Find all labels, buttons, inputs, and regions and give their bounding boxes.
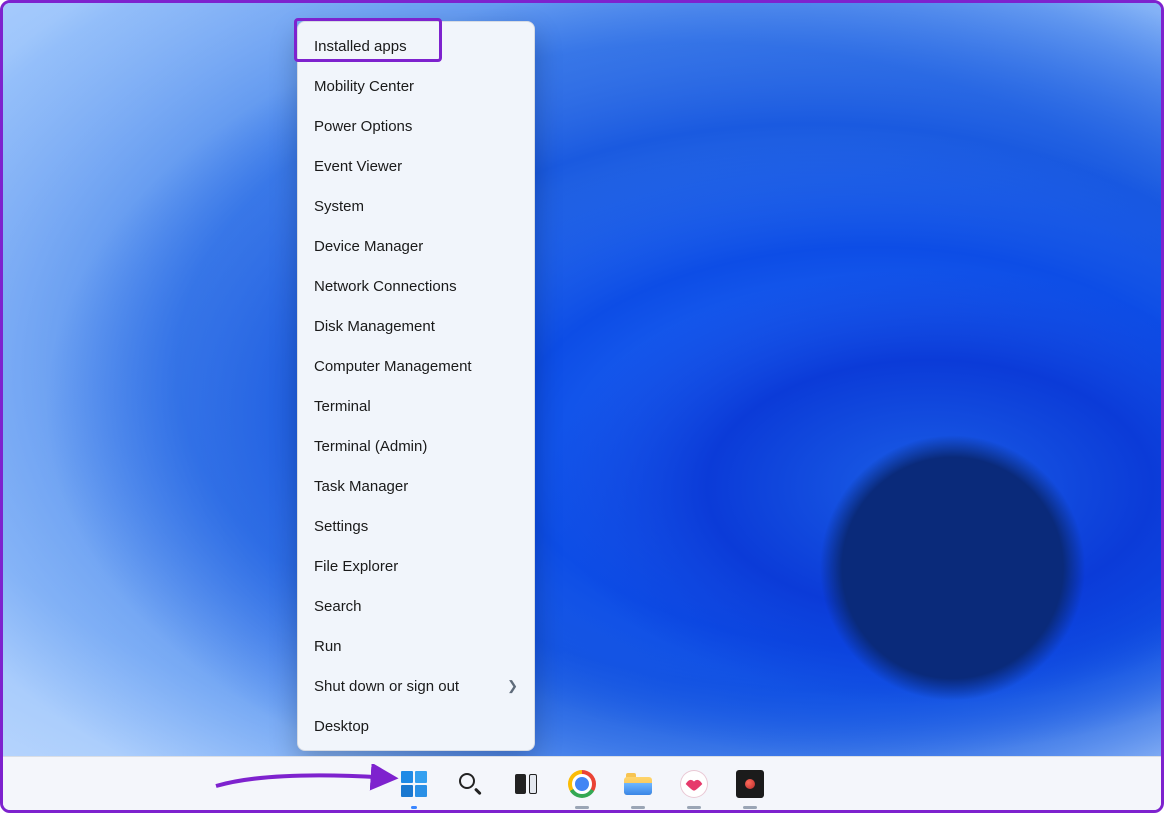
menu-item-label: Network Connections xyxy=(314,278,457,295)
menu-item-terminal-admin[interactable]: Terminal (Admin) xyxy=(302,426,530,466)
menu-item-label: Computer Management xyxy=(314,358,472,375)
menu-item-settings[interactable]: Settings xyxy=(302,506,530,546)
task-view-icon xyxy=(515,774,537,794)
menu-item-label: Terminal xyxy=(314,398,371,415)
menu-item-mobility-center[interactable]: Mobility Center xyxy=(302,66,530,106)
menu-item-shut-down[interactable]: Shut down or sign out ❯ xyxy=(302,666,530,706)
menu-item-label: Task Manager xyxy=(314,478,408,495)
menu-item-label: Power Options xyxy=(314,118,412,135)
menu-item-label: Run xyxy=(314,638,342,655)
desktop-wallpaper xyxy=(3,3,1161,810)
menu-item-label: Device Manager xyxy=(314,238,423,255)
menu-item-label: Installed apps xyxy=(314,38,407,55)
file-explorer-app[interactable] xyxy=(617,763,659,805)
menu-item-computer-management[interactable]: Computer Management xyxy=(302,346,530,386)
search-icon xyxy=(459,773,481,795)
chevron-right-icon: ❯ xyxy=(507,678,518,694)
menu-item-event-viewer[interactable]: Event Viewer xyxy=(302,146,530,186)
lips-app[interactable] xyxy=(673,763,715,805)
menu-item-task-manager[interactable]: Task Manager xyxy=(302,466,530,506)
menu-item-label: Settings xyxy=(314,518,368,535)
menu-item-power-options[interactable]: Power Options xyxy=(302,106,530,146)
menu-item-file-explorer[interactable]: File Explorer xyxy=(302,546,530,586)
dark-app[interactable] xyxy=(729,763,771,805)
menu-item-label: Event Viewer xyxy=(314,158,402,175)
chrome-app[interactable] xyxy=(561,763,603,805)
menu-item-disk-management[interactable]: Disk Management xyxy=(302,306,530,346)
menu-item-system[interactable]: System xyxy=(302,186,530,226)
menu-item-label: Desktop xyxy=(314,718,369,735)
menu-item-device-manager[interactable]: Device Manager xyxy=(302,226,530,266)
lips-icon xyxy=(680,770,708,798)
chrome-icon xyxy=(568,770,596,798)
start-icon xyxy=(401,771,427,797)
taskbar xyxy=(3,756,1161,810)
menu-item-label: Terminal (Admin) xyxy=(314,438,427,455)
menu-item-label: Disk Management xyxy=(314,318,435,335)
menu-item-search[interactable]: Search xyxy=(302,586,530,626)
dark-app-icon xyxy=(736,770,764,798)
menu-item-desktop[interactable]: Desktop xyxy=(302,706,530,746)
search-button[interactable] xyxy=(449,763,491,805)
menu-item-label: File Explorer xyxy=(314,558,398,575)
winx-context-menu: Installed apps Mobility Center Power Opt… xyxy=(297,21,535,751)
folder-icon xyxy=(624,773,652,795)
menu-item-label: System xyxy=(314,198,364,215)
menu-item-installed-apps[interactable]: Installed apps xyxy=(302,26,530,66)
menu-item-label: Shut down or sign out xyxy=(314,678,459,695)
menu-item-label: Search xyxy=(314,598,362,615)
menu-item-network-connections[interactable]: Network Connections xyxy=(302,266,530,306)
desktop-frame: Installed apps Mobility Center Power Opt… xyxy=(0,0,1164,813)
menu-item-terminal[interactable]: Terminal xyxy=(302,386,530,426)
task-view-button[interactable] xyxy=(505,763,547,805)
menu-item-label: Mobility Center xyxy=(314,78,414,95)
start-button[interactable] xyxy=(393,763,435,805)
menu-item-run[interactable]: Run xyxy=(302,626,530,666)
